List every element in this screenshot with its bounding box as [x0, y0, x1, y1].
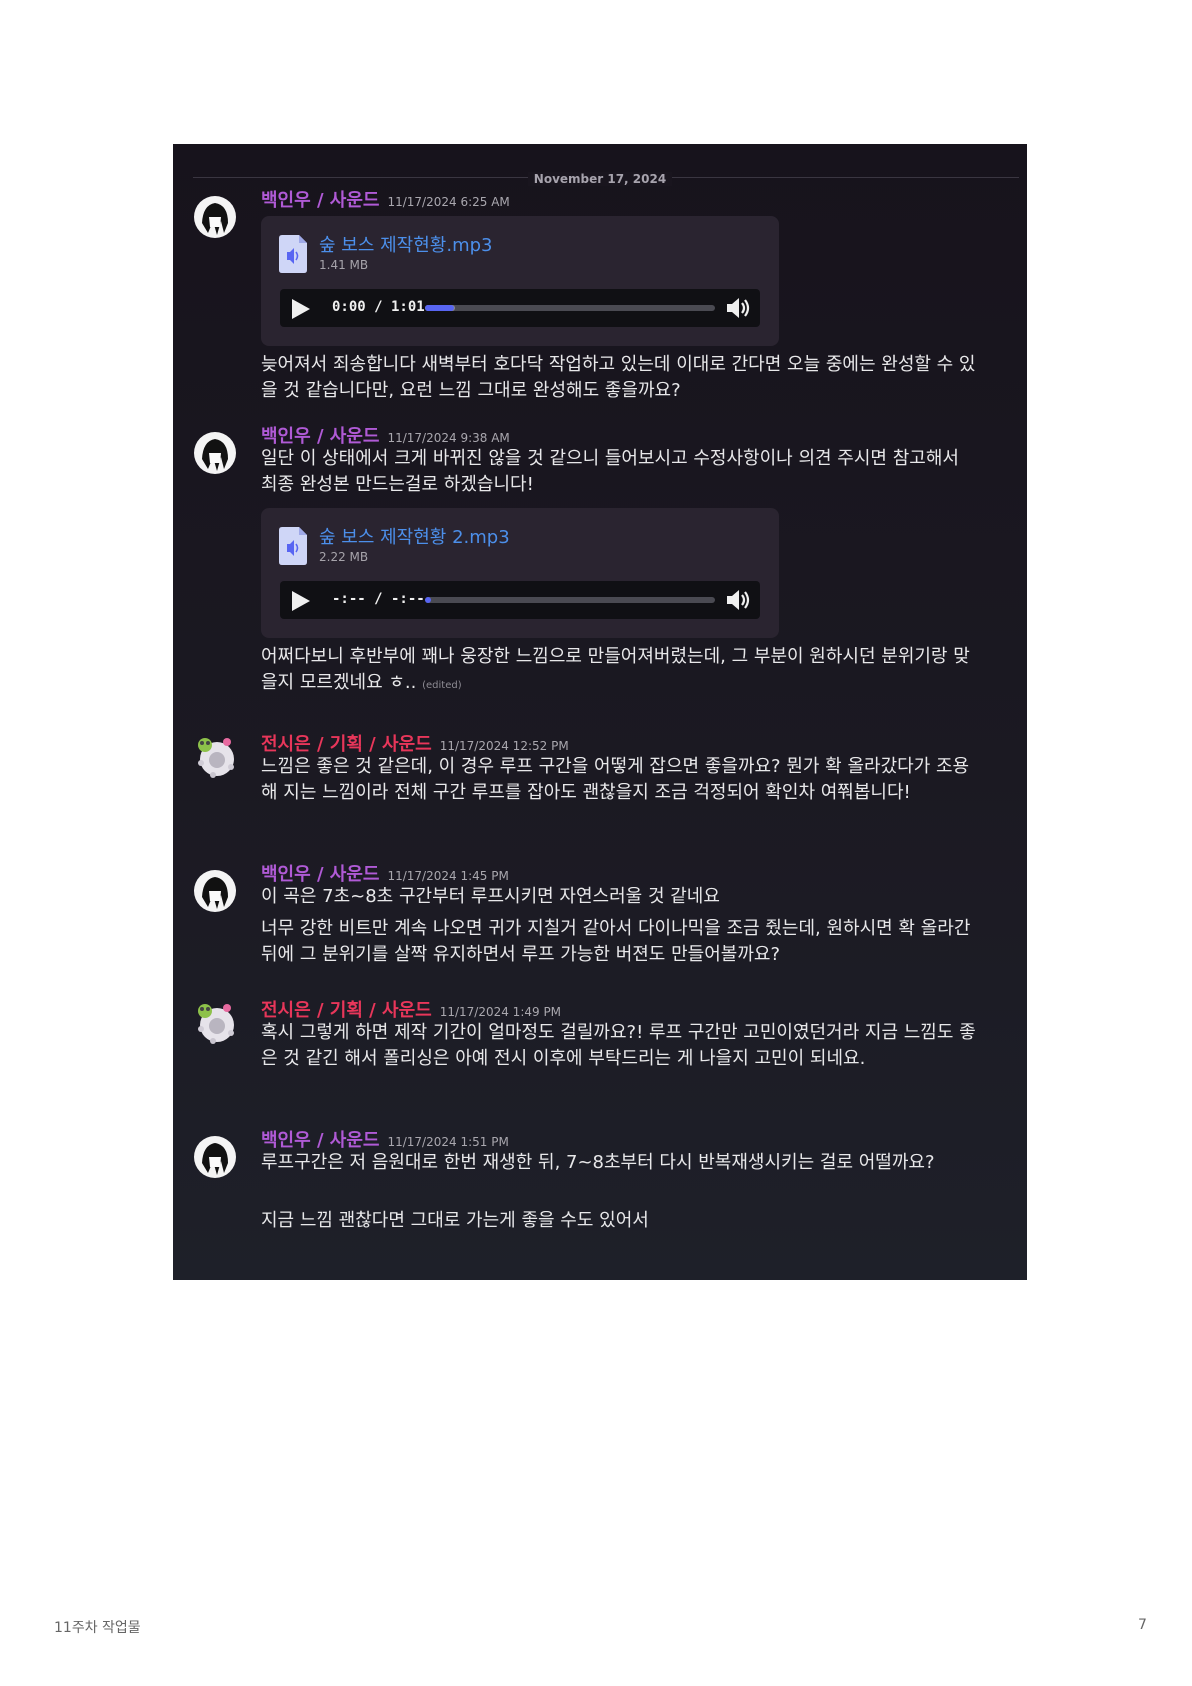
message-text: 늦어져서 죄송합니다 새벽부터 호다닥 작업하고 있는데 이대로 간다면 오늘 …: [261, 354, 976, 401]
file-size: 2.22 MB: [319, 550, 369, 564]
audio-attachment: 숲 보스 제작현황.mp3 1.41 MB 0:00 / 1:01: [261, 216, 779, 346]
timestamp: 11/17/2024 6:25 AM: [387, 195, 510, 209]
message-text: 이 곡은 7초~8초 구간부터 루프시키면 자연스러울 것 같네요: [261, 886, 720, 907]
file-size: 1.41 MB: [319, 258, 369, 272]
message-header: 백인우 / 사운드 11/17/2024 9:38 AM: [261, 422, 510, 448]
audio-file-icon: [279, 235, 307, 273]
audio-file-icon: [279, 527, 307, 565]
avatar-jeonsieun[interactable]: [193, 999, 237, 1047]
file-name-link[interactable]: 숲 보스 제작현황 2.mp3: [319, 523, 510, 549]
avatar-jeonsieun[interactable]: [193, 733, 237, 781]
author-name[interactable]: 전시은 / 기획 / 사운드: [261, 1000, 432, 1021]
audio-player: 0:00 / 1:01: [280, 289, 760, 327]
message-text: 일단 이 상태에서 크게 바뀌진 않을 것 같으니 들어보시고 수정사항이나 의…: [261, 448, 959, 495]
chat-screenshot: November 17, 2024 백인우 / 사운드 11/17/2024 6:…: [173, 144, 1027, 1280]
message-text-content: 어쩌다보니 후반부에 꽤나 웅장한 느낌으로 만들어져버렸는데, 그 부분이 원…: [261, 646, 970, 693]
timestamp: 11/17/2024 9:38 AM: [387, 431, 510, 445]
avatar-baekinwoo[interactable]: [193, 1133, 237, 1181]
date-divider: November 17, 2024: [173, 168, 1027, 187]
audio-time: 0:00 / 1:01: [332, 299, 425, 315]
author-name[interactable]: 백인우 / 사운드: [261, 190, 379, 211]
message-header: 백인우 / 사운드 11/17/2024 6:25 AM: [261, 186, 510, 212]
timestamp: 11/17/2024 1:51 PM: [387, 1135, 509, 1149]
avatar-baekinwoo[interactable]: [193, 867, 237, 915]
timestamp: 11/17/2024 1:45 PM: [387, 869, 509, 883]
page-footer-title: 11주차 작업물: [54, 1620, 141, 1636]
avatar-baekinwoo[interactable]: [193, 193, 237, 241]
edited-marker: (edited): [422, 680, 462, 691]
audio-player: -:-- / -:--: [280, 581, 760, 619]
file-name-link[interactable]: 숲 보스 제작현황.mp3: [319, 231, 493, 257]
date-divider-label: November 17, 2024: [527, 172, 673, 186]
volume-icon[interactable]: [726, 589, 752, 611]
audio-attachment: 숲 보스 제작현황 2.mp3 2.22 MB -:-- / -:--: [261, 508, 779, 638]
play-icon[interactable]: [292, 591, 310, 611]
message-text: 느낌은 좋은 것 같은데, 이 경우 루프 구간을 어떻게 잡으면 좋을까요? …: [261, 756, 970, 803]
message-header: 전시은 / 기획 / 사운드 11/17/2024 1:49 PM: [261, 996, 561, 1022]
author-name[interactable]: 백인우 / 사운드: [261, 426, 379, 447]
message-header: 백인우 / 사운드 11/17/2024 1:45 PM: [261, 860, 509, 886]
audio-progress-bar[interactable]: [425, 305, 715, 311]
message-header: 백인우 / 사운드 11/17/2024 1:51 PM: [261, 1126, 509, 1152]
progress-fill: [425, 597, 431, 603]
play-icon[interactable]: [292, 299, 310, 319]
timestamp: 11/17/2024 1:49 PM: [439, 1005, 562, 1019]
message-text: 너무 강한 비트만 계속 나오면 귀가 지칠거 같아서 다이나믹을 조금 줬는데…: [261, 918, 971, 965]
message-header: 전시은 / 기획 / 사운드 11/17/2024 12:52 PM: [261, 730, 569, 756]
audio-time: -:-- / -:--: [332, 591, 425, 607]
volume-icon[interactable]: [726, 297, 752, 319]
message-text: 혹시 그렇게 하면 제작 기간이 얼마정도 걸릴까요?! 루프 구간만 고민이였…: [261, 1022, 976, 1069]
message-text: 어쩌다보니 후반부에 꽤나 웅장한 느낌으로 만들어져버렸는데, 그 부분이 원…: [261, 644, 981, 699]
audio-progress-bar[interactable]: [425, 597, 715, 603]
message-text: 루프구간은 저 음원대로 한번 재생한 뒤, 7~8초부터 다시 반복재생시키는…: [261, 1152, 935, 1173]
author-name[interactable]: 백인우 / 사운드: [261, 864, 379, 885]
author-name[interactable]: 백인우 / 사운드: [261, 1130, 379, 1151]
message-text: 지금 느낌 괜찮다면 그대로 가는게 좋을 수도 있어서: [261, 1210, 649, 1231]
avatar-baekinwoo[interactable]: [193, 429, 237, 477]
author-name[interactable]: 전시은 / 기획 / 사운드: [261, 734, 432, 755]
progress-fill: [425, 305, 454, 311]
timestamp: 11/17/2024 12:52 PM: [439, 739, 569, 753]
page-number: 7: [1138, 1617, 1147, 1633]
